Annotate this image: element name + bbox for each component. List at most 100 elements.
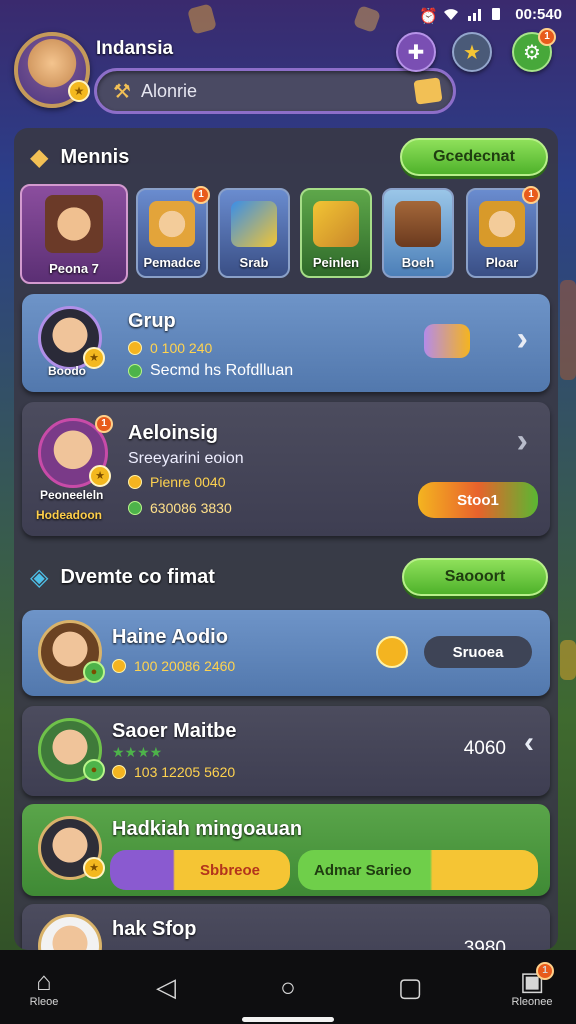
player-stat: 0 100 240 — [128, 340, 212, 356]
player-stat: 100 20086 2460 — [112, 658, 235, 674]
player-name: Hadkiah mingoauan — [112, 818, 303, 840]
player-avatar: ★ 1 — [38, 415, 113, 488]
action-button[interactable]: Stoo1 — [418, 482, 538, 518]
star-badge-icon: ★ — [83, 347, 105, 369]
username: Indansia — [96, 38, 174, 59]
nav-records[interactable]: ▣ Rleonee 1 — [504, 962, 560, 1008]
action-button[interactable]: Sruoea — [424, 636, 532, 668]
player-card[interactable]: ★ Hadkiah mingoauan Sbbreoe Admar Sarieo — [22, 804, 550, 896]
status-badge-icon: ● — [83, 661, 105, 683]
player-name: hak Sfop — [112, 918, 197, 940]
player-avatar: ● — [38, 620, 105, 684]
featured-action-button[interactable]: Saooort — [402, 558, 548, 596]
hammer-icon: ⚒ — [113, 80, 131, 103]
chevron-right-icon[interactable]: › — [517, 422, 528, 461]
category-tile[interactable]: Boeh — [382, 188, 454, 278]
category-tile[interactable]: Peona 7 — [20, 184, 128, 284]
category-tile[interactable]: Pemadce 1 — [136, 186, 210, 278]
bg-decoration — [560, 280, 576, 380]
category-label: Boeh — [401, 255, 435, 270]
category-badge: 1 — [522, 186, 540, 204]
rating-stars: ★★★★ — [112, 744, 163, 760]
star-badge-icon: ★ — [68, 80, 90, 102]
coin-icon — [128, 341, 142, 355]
player-stat: Pienre 0040 — [128, 474, 226, 490]
gem-icon: ◆ — [30, 143, 49, 171]
player-subtitle: Sreeyarini eoion — [128, 450, 244, 467]
right-action-button[interactable]: Admar Sarieo — [298, 850, 538, 890]
status-bar: ⏰ 00:540 — [0, 0, 576, 28]
star-icon: ★ — [463, 41, 481, 64]
bottom-navbar: ⌂ Rleoe ◁ ○ ▢ ▣ Rleonee 1 — [0, 950, 576, 1024]
left-action-button[interactable]: Sbbreoe — [110, 850, 290, 890]
layers-icon: ◈ — [30, 563, 49, 591]
player-card[interactable]: ● Saoer Maitbe ★★★★ 103 12205 5620 4060 … — [22, 706, 550, 796]
star-badge-icon: ★ — [83, 857, 105, 879]
player-avatar: ★ — [38, 816, 105, 880]
avatar-label: Boodo — [48, 364, 86, 378]
horn-icon — [313, 201, 359, 247]
menu-section-header: ◆ Mennis Gcedecnat — [14, 130, 558, 184]
coin-stack-icon — [424, 324, 470, 358]
coin-icon — [112, 765, 126, 779]
nav-home-label: Rleoe — [29, 996, 59, 1008]
gear-icon: ⚙ — [523, 41, 541, 64]
player-status: Secmd hs Rofdlluan — [128, 362, 293, 380]
notification-badge: 1 — [95, 415, 113, 433]
player-stat: 630086 3830 — [128, 500, 232, 516]
player-value: 4060 — [463, 738, 506, 759]
chevron-left-icon[interactable]: ‹ — [524, 726, 534, 760]
gem-icon — [128, 364, 142, 378]
recents-icon: ▢ — [397, 972, 423, 1002]
character-icon — [45, 195, 103, 253]
category-label: Ploar — [485, 255, 519, 270]
status-time: 00:540 — [515, 5, 562, 23]
player-name: Saoer Maitbe — [112, 720, 237, 742]
main-panel: ◆ Mennis Gcedecnat Peona 7 Pemadce 1 Sra… — [14, 128, 558, 950]
avatar-label: Peoneeleln — [40, 488, 104, 502]
battery-icon — [491, 7, 507, 21]
wifi-icon — [443, 7, 459, 21]
player-card[interactable]: ★ Boodo Grup 0 100 240 Secmd hs Rofdllua… — [22, 294, 550, 392]
favorites-button[interactable]: ★ — [452, 32, 492, 72]
settings-button[interactable]: ⚙ 1 — [512, 28, 556, 72]
menu-action-button[interactable]: Gcedecnat — [400, 138, 548, 176]
coin-icon — [112, 659, 126, 673]
bg-decoration — [560, 640, 576, 680]
chest-icon — [413, 77, 443, 105]
star-badge-icon: ★ — [89, 465, 111, 487]
category-label: Peinlen — [312, 255, 360, 270]
player-stat: 103 12205 5620 — [112, 764, 235, 780]
category-label: Peona 7 — [49, 261, 99, 276]
player-card[interactable]: hak Sfop 3980 — [22, 904, 550, 950]
avatar-label: Hodeadoon — [36, 508, 102, 522]
nav-records-label: Rleonee — [511, 996, 553, 1008]
category-tile[interactable]: Peinlen — [300, 188, 372, 278]
alarm-icon: ⏰ — [419, 8, 438, 25]
category-label: Pemadce — [143, 255, 201, 270]
tools-icon — [231, 201, 277, 247]
chest-icon — [395, 201, 441, 247]
player-value: 3980 — [463, 938, 506, 950]
player-card[interactable]: ★ 1 Peoneeleln Hodeadoon Aeloinsig Sreey… — [22, 402, 550, 536]
notification-badge: 1 — [536, 962, 554, 980]
character-icon — [479, 201, 525, 247]
player-avatar: ★ — [38, 306, 105, 370]
menu-title: Mennis — [60, 145, 130, 168]
player-avatar — [38, 914, 102, 950]
player-name: Haine Aodio — [112, 626, 228, 648]
chevron-right-icon[interactable]: › — [517, 320, 528, 359]
add-button[interactable]: ✚ — [396, 32, 436, 72]
nav-home-circle[interactable]: ○ — [260, 972, 316, 1002]
nav-back[interactable]: ◁ — [138, 972, 194, 1002]
category-tile[interactable]: Srab — [218, 188, 290, 278]
featured-title: Dvemte co fimat — [60, 565, 215, 588]
nav-home[interactable]: ⌂ Rleoe — [16, 966, 72, 1008]
search-bar[interactable]: ⚒ Alonrie — [94, 68, 456, 114]
player-card[interactable]: ● Haine Aodio 100 20086 2460 Sruoea — [22, 610, 550, 696]
nav-recents[interactable]: ▢ — [382, 972, 438, 1002]
player-avatar[interactable]: ★ — [14, 32, 90, 108]
category-tile[interactable]: Ploar 1 — [466, 186, 540, 278]
featured-section-header: ◈ Dvemte co fimat Saooort — [14, 550, 558, 604]
character-icon — [149, 201, 195, 247]
